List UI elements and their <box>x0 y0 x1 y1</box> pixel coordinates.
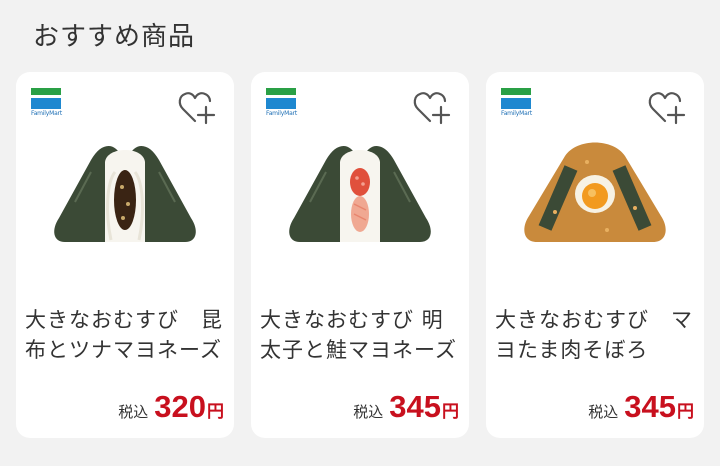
price-row: 税込 345 円 <box>353 389 459 425</box>
price-row: 税込 320 円 <box>118 389 224 425</box>
favorite-add-icon[interactable] <box>648 90 688 126</box>
price-value: 345 <box>624 389 676 424</box>
product-card[interactable]: FamilyMart 大きなおむすび 昆布とツナマヨネーズ 税込 320 円 <box>16 72 234 438</box>
favorite-add-icon[interactable] <box>178 90 218 126</box>
product-image <box>524 142 666 242</box>
product-name: 大きなおむすび 明太子と鮭マヨネーズ <box>260 308 457 362</box>
tax-label: 税込 <box>588 403 619 421</box>
familymart-logo: FamilyMart <box>31 88 62 120</box>
section-title: おすすめ商品 <box>33 22 196 52</box>
tax-label: 税込 <box>353 403 384 421</box>
favorite-add-icon[interactable] <box>413 90 453 126</box>
familymart-logo: FamilyMart <box>266 88 297 120</box>
product-card[interactable]: FamilyMart 大きなおむすび 明太子と鮭マヨネーズ 税込 345 円 <box>251 72 469 438</box>
product-image <box>54 145 196 242</box>
currency-label: 円 <box>442 402 459 422</box>
tax-label: 税込 <box>118 403 149 421</box>
product-name: 大きなおむすび マヨたま肉そぼろ <box>495 308 693 362</box>
product-card[interactable]: FamilyMart 大きなおむすび マヨたま肉そぼろ 税込 345 円 <box>486 72 704 438</box>
currency-label: 円 <box>677 402 694 422</box>
product-image <box>289 145 431 242</box>
familymart-logo: FamilyMart <box>501 88 532 120</box>
product-name: 大きなおむすび 昆布とツナマヨネーズ <box>25 308 223 362</box>
price-row: 税込 345 円 <box>588 389 694 425</box>
currency-label: 円 <box>207 402 224 422</box>
price-value: 320 <box>154 389 206 424</box>
price-value: 345 <box>389 389 441 424</box>
